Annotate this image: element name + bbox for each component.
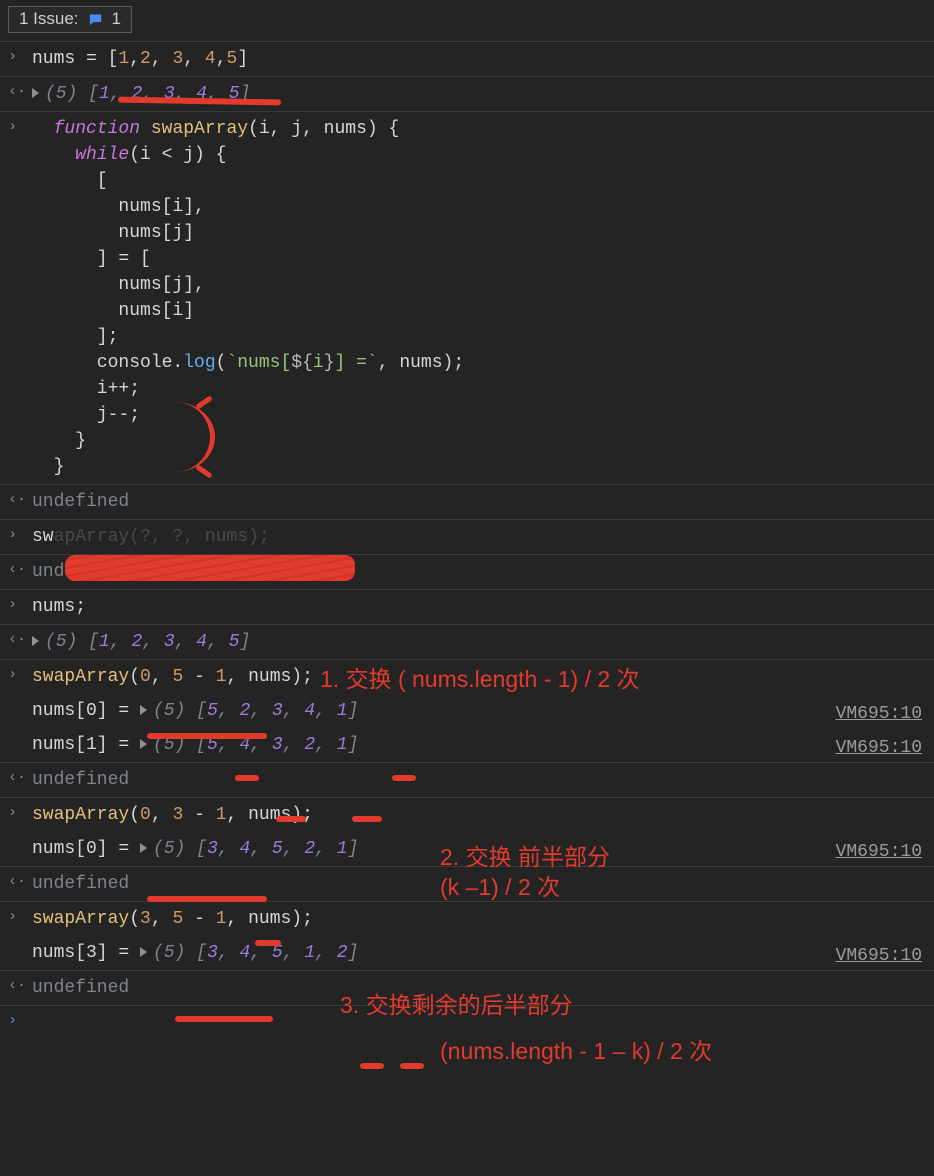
message-icon (87, 12, 104, 27)
array-preview: [1, 2, 3, 4, 5] (88, 632, 250, 652)
output-chevron-icon: ›· (6, 629, 32, 651)
array-preview: [1, 2, 3, 4, 5] (88, 84, 250, 104)
log-label: nums[3] = (32, 943, 140, 963)
undefined-value: undefined (32, 874, 129, 894)
vm-source-link[interactable]: VM695:10 (836, 839, 922, 865)
input-chevron-icon: › (6, 664, 32, 686)
undefined-value: undefined (32, 492, 129, 512)
output-chevron-icon: ›· (6, 489, 32, 511)
console-input-row[interactable]: › swapArray(0, 3 - 1, nums); (0, 797, 934, 832)
console-log-row: nums[0] = (5) [5, 2, 3, 4, 1] VM695:10 (0, 694, 934, 728)
annotation-underline (360, 1063, 384, 1069)
input-chevron-icon: › (6, 594, 32, 616)
console-input-row[interactable]: › nums; (0, 589, 934, 624)
console-log-row: nums[3] = (5) [3, 4, 5, 1, 2] VM695:10 (0, 936, 934, 970)
array-preview: [3, 4, 5, 2, 1] (196, 839, 358, 859)
input-chevron-icon: › (6, 524, 32, 546)
undefined-value: undefined (32, 562, 129, 582)
console-input-row[interactable]: › nums = [1,2, 3, 4,5] (0, 41, 934, 76)
output-chevron-icon: ›· (6, 975, 32, 997)
console-output-row: ›· undefined (0, 484, 934, 519)
expand-icon[interactable] (32, 636, 39, 646)
log-label: nums[0] = (32, 701, 140, 721)
console-output-row[interactable]: ›· (5) [1, 2, 3, 4, 5] (0, 76, 934, 111)
code-input: function swapArray(i, j, nums) { while(i… (32, 116, 928, 480)
array-preview: [3, 4, 5, 1, 2] (196, 943, 358, 963)
vm-source-link[interactable]: VM695:10 (836, 943, 922, 969)
array-preview: [5, 4, 3, 2, 1] (196, 735, 358, 755)
array-length: (5) (45, 84, 77, 104)
console-output-row: ›· undefined (0, 866, 934, 901)
annotation-underline (400, 1063, 424, 1069)
console-prompt-row[interactable]: › (0, 1005, 934, 1036)
code-input: nums; (32, 594, 928, 620)
input-chevron-icon: › (6, 802, 32, 824)
code-input: swapArray(0, 5 - 1, nums); (32, 664, 928, 690)
output-chevron-icon: ›· (6, 559, 32, 581)
console-input-row[interactable]: › swapArray(?, ?, nums); (0, 519, 934, 554)
expand-icon[interactable] (140, 947, 147, 957)
input-chevron-icon: › (6, 46, 32, 68)
output-chevron-icon: ›· (6, 767, 32, 789)
code-input: swapArray(?, ?, nums); (32, 524, 928, 550)
issue-label: 1 Issue: (19, 9, 79, 29)
console-log-row: nums[1] = (5) [5, 4, 3, 2, 1] VM695:10 (0, 728, 934, 762)
code-input: swapArray(3, 5 - 1, nums); (32, 906, 928, 932)
code-input: swapArray(0, 3 - 1, nums); (32, 802, 928, 828)
annotation-text: (nums.length - 1 – k) / 2 次 (440, 1032, 712, 1066)
expand-icon[interactable] (32, 88, 39, 98)
input-chevron-icon: › (6, 906, 32, 928)
console-output-row: ›· undefined (0, 762, 934, 797)
vm-source-link[interactable]: VM695:10 (836, 735, 922, 761)
issue-count: 1 (112, 9, 121, 29)
console-output-row: ›· undefined (0, 554, 934, 589)
expand-icon[interactable] (140, 843, 147, 853)
array-length: (5) (153, 701, 185, 721)
prompt-chevron-icon: › (6, 1010, 32, 1032)
undefined-value: undefined (32, 978, 129, 998)
log-label: nums[1] = (32, 735, 140, 755)
console-output-row[interactable]: ›· (5) [1, 2, 3, 4, 5] (0, 624, 934, 659)
console-output-row: ›· undefined (0, 970, 934, 1005)
expand-icon[interactable] (140, 705, 147, 715)
array-length: (5) (153, 839, 185, 859)
input-chevron-icon: › (6, 116, 32, 138)
log-label: nums[0] = (32, 839, 140, 859)
array-length: (5) (153, 735, 185, 755)
array-length: (5) (45, 632, 77, 652)
console-input-row[interactable]: › function swapArray(i, j, nums) { while… (0, 111, 934, 484)
vm-source-link[interactable]: VM695:10 (836, 701, 922, 727)
code-input: nums = [1,2, 3, 4,5] (32, 46, 928, 72)
console-input-row[interactable]: › swapArray(0, 5 - 1, nums); (0, 659, 934, 694)
console-log-row: nums[0] = (5) [3, 4, 5, 2, 1] VM695:10 (0, 832, 934, 866)
undefined-value: undefined (32, 770, 129, 790)
console-input-row[interactable]: › swapArray(3, 5 - 1, nums); (0, 901, 934, 936)
expand-icon[interactable] (140, 739, 147, 749)
output-chevron-icon: ›· (6, 871, 32, 893)
array-preview: [5, 2, 3, 4, 1] (196, 701, 358, 721)
output-chevron-icon: ›· (6, 81, 32, 103)
issue-pill[interactable]: 1 Issue: 1 (8, 6, 132, 33)
array-length: (5) (153, 943, 185, 963)
